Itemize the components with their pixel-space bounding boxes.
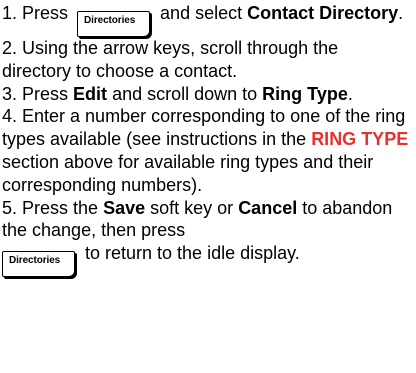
step-text: and scroll down to [112,83,258,104]
step-number: 2. [2,38,23,58]
step-text: Press [22,3,69,23]
step-number: 1. [2,3,23,23]
step-4: 4. Enter a number corresponding to one o… [2,105,412,196]
instruction-steps: 1. Press Directories and select Contact D… [2,2,412,278]
step-punctuation: . [347,83,353,104]
step-1: 1. Press Directories and select Contact D… [2,2,412,37]
directories-key: Directories [77,11,151,37]
cancel-label: Cancel [238,197,298,218]
ring-type-section-link: RING TYPE [311,129,409,150]
contact-directory-label: Contact Directory [247,3,399,23]
ring-type-label: Ring Type [262,83,348,104]
edit-label: Edit [73,83,108,104]
step-text: section above for available ring types a… [2,151,374,195]
step-number: 3. [2,83,23,104]
step-text: Using the arrow keys, scroll through the… [2,38,339,81]
directories-key: Directories [2,251,75,278]
step-text: to return to the idle display. [85,243,300,264]
step-text: and select [160,3,243,23]
step-5: 5. Press the Save soft key or Cancel to … [2,197,412,278]
step-punctuation: . [398,3,404,23]
save-label: Save [103,197,146,218]
instruction-page: { "steps": [ { "number": "1. ", "press":… [0,0,416,373]
step-2: 2. Using the arrow keys, scroll through … [2,37,412,83]
step-text: Press [22,83,69,104]
step-text: Press the [22,197,99,218]
step-text: soft key or [150,197,234,218]
step-number: 4. [2,106,23,127]
step-3: 3. Press Edit and scroll down to Ring Ty… [2,83,412,106]
step-number: 5. [2,197,23,218]
